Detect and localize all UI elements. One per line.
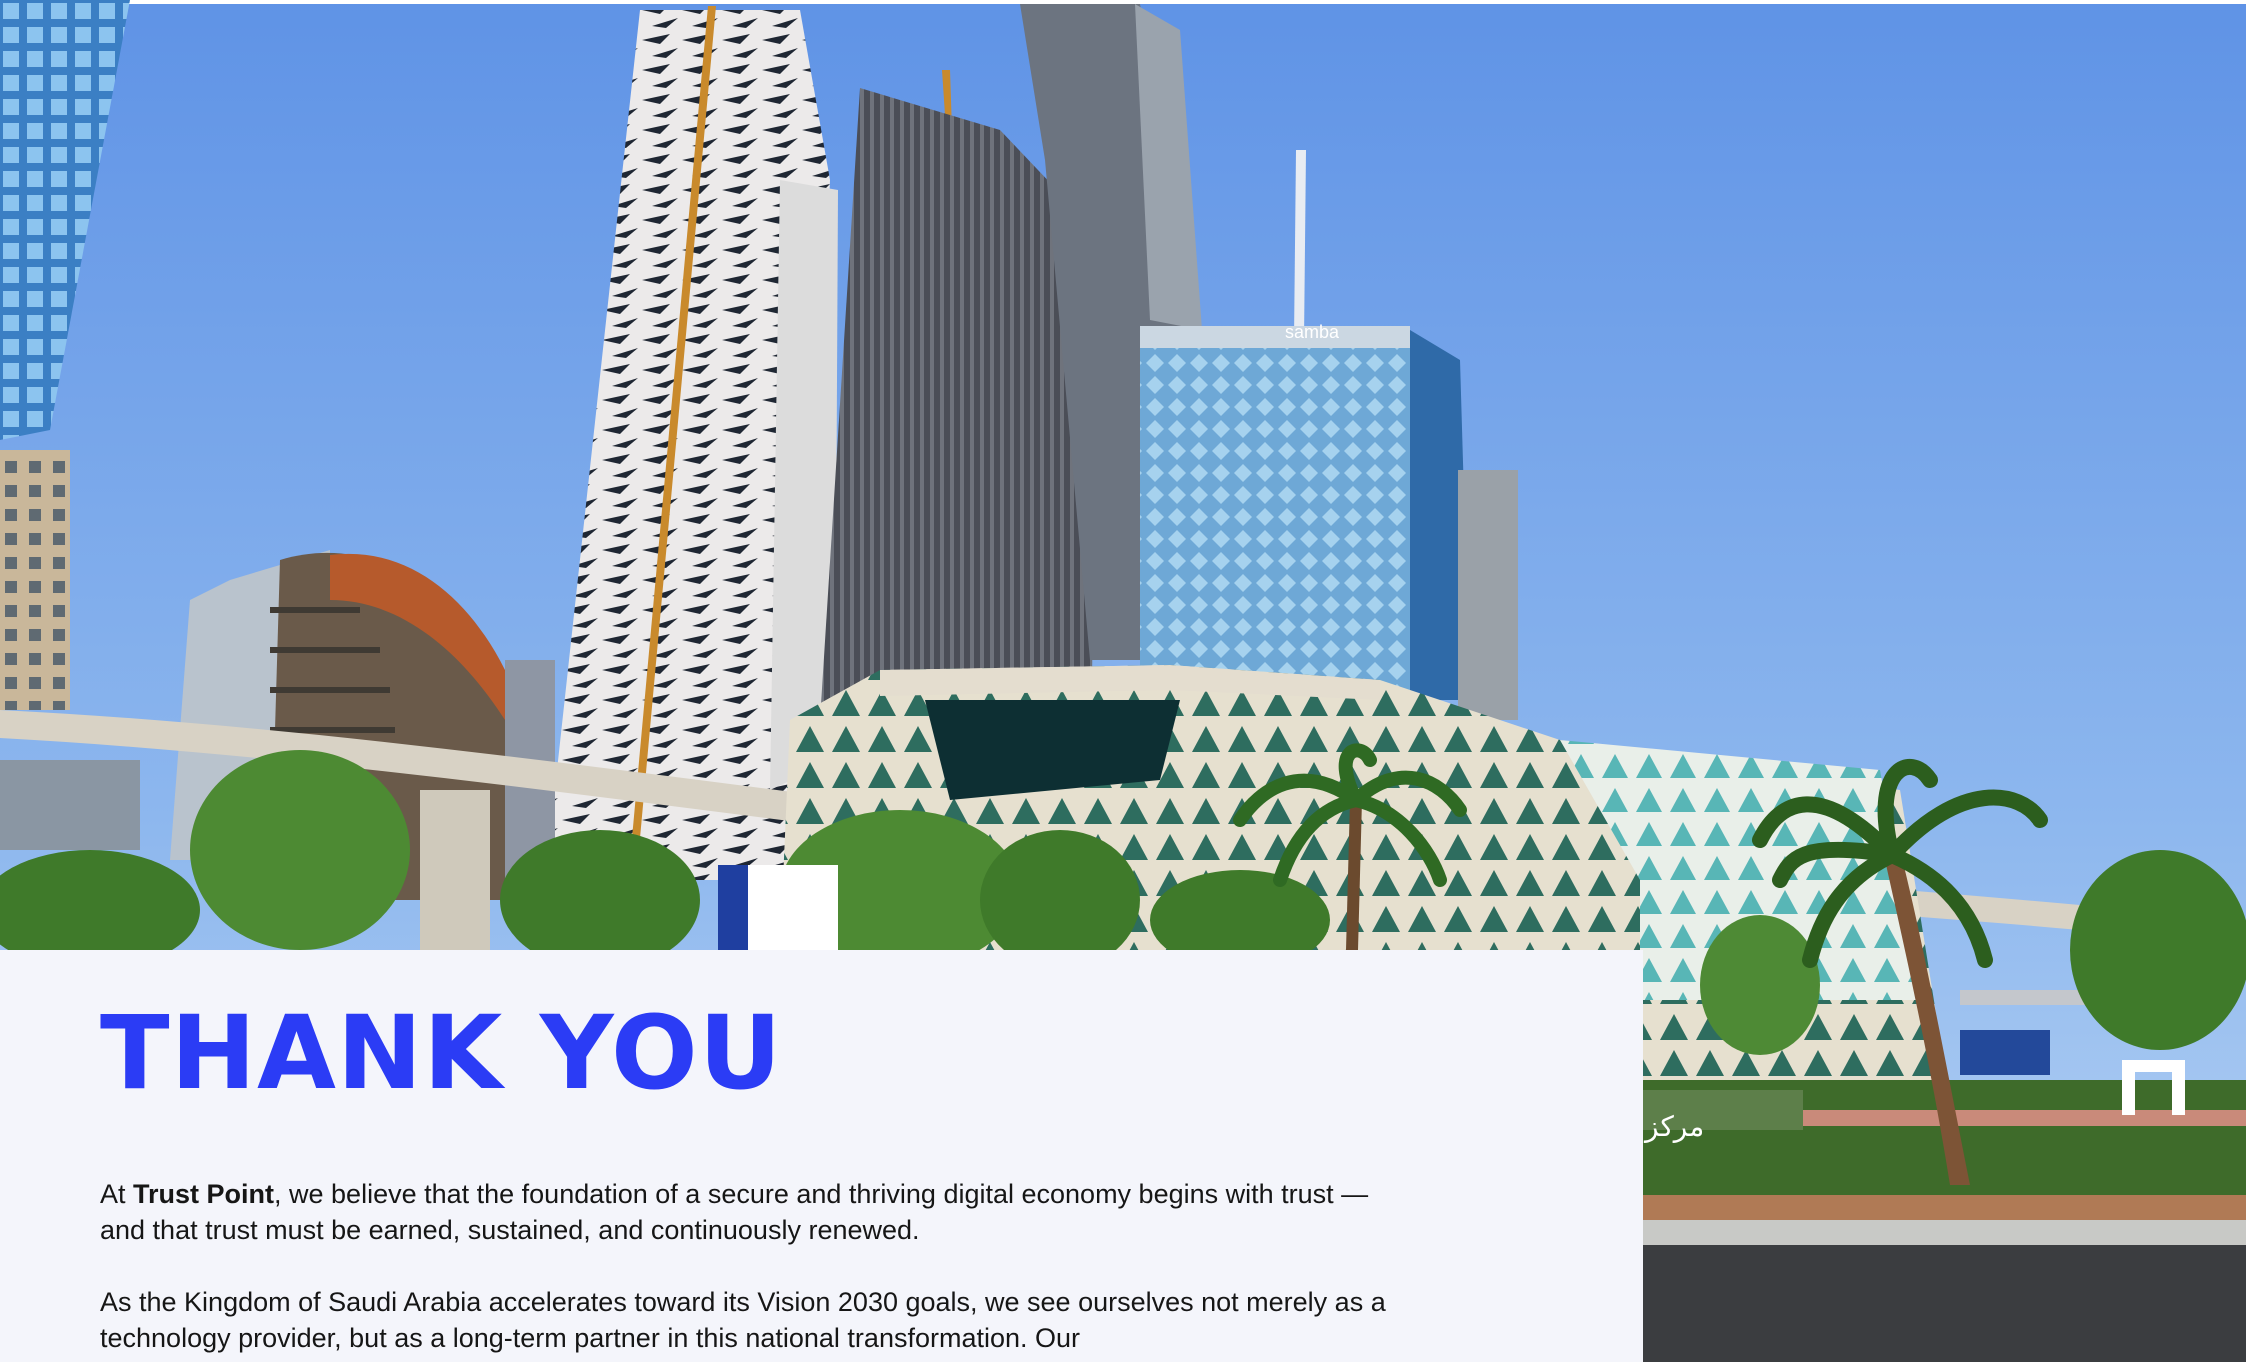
intro-paragraph: At Trust Point, we believe that the foun…: [100, 1176, 1400, 1248]
page-title: THANK YOU: [100, 994, 783, 1113]
intro-suffix: , we believe that the foundation of a se…: [100, 1179, 1369, 1245]
samba-sign: samba: [1285, 322, 1340, 342]
intro-prefix: At: [100, 1179, 134, 1209]
vision-paragraph: As the Kingdom of Saudi Arabia accelerat…: [100, 1287, 1386, 1353]
company-name: Trust Point: [133, 1179, 275, 1209]
arabic-sign: مركز: [1643, 1110, 1704, 1143]
